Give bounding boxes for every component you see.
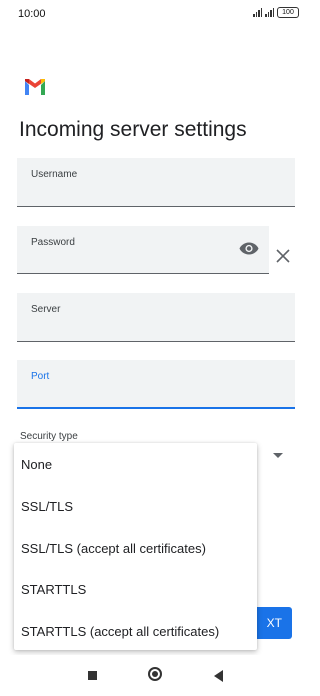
port-label: Port [31, 371, 50, 382]
menu-option-starttls[interactable]: STARTTLS [21, 582, 86, 597]
menu-option-ssl-tls[interactable]: SSL/TLS [21, 499, 73, 514]
square-icon[interactable] [88, 671, 97, 680]
port-field[interactable]: Port [17, 360, 295, 409]
status-icons: 100 [253, 7, 299, 18]
circle-icon[interactable] [148, 667, 162, 681]
security-type-menu: None SSL/TLS SSL/TLS (accept all certifi… [14, 443, 257, 650]
security-type-label: Security type [20, 431, 78, 442]
password-field[interactable]: Password [17, 226, 269, 274]
status-time: 10:00 [18, 8, 46, 20]
close-icon[interactable] [275, 248, 291, 264]
username-label: Username [31, 169, 78, 180]
gmail-logo-icon [25, 79, 45, 95]
password-label: Password [31, 237, 75, 248]
menu-option-none[interactable]: None [21, 457, 52, 472]
signal-icon [265, 8, 274, 17]
caret-down-icon[interactable] [273, 453, 283, 458]
menu-option-ssl-tls-accept-all[interactable]: SSL/TLS (accept all certificates) [21, 541, 206, 556]
triangle-back-icon[interactable] [214, 670, 223, 682]
eye-icon[interactable] [239, 242, 259, 255]
username-field[interactable]: Username [17, 158, 295, 207]
battery-icon: 100 [277, 7, 299, 18]
menu-option-starttls-accept-all[interactable]: STARTTLS (accept all certificates) [21, 624, 219, 639]
server-label: Server [31, 304, 61, 315]
page-title: Incoming server settings [19, 118, 247, 141]
server-field[interactable]: Server [17, 293, 295, 342]
signal-icon [253, 8, 262, 17]
